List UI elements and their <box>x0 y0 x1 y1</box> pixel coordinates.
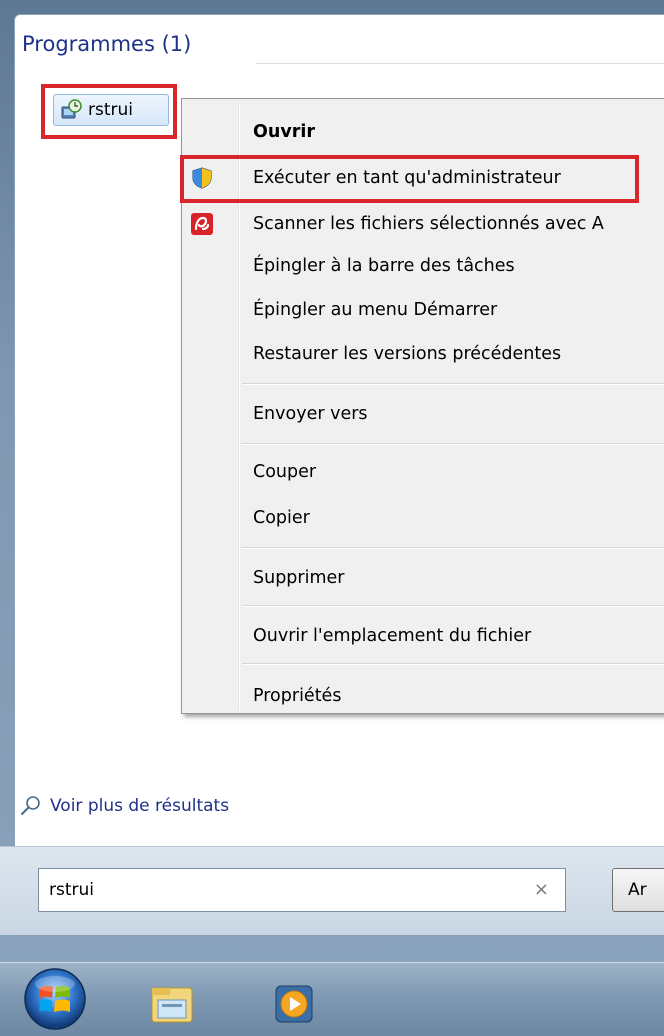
shutdown-button[interactable]: Ar <box>612 868 664 912</box>
more-results-link[interactable]: Voir plus de résultats <box>20 795 229 817</box>
taskbar <box>0 962 664 1036</box>
system-restore-icon <box>61 99 82 119</box>
search-icon <box>21 796 40 815</box>
result-highlight-box: rstrui <box>41 84 177 139</box>
media-player-icon[interactable] <box>270 982 318 1026</box>
clear-search-button[interactable]: × <box>534 879 549 900</box>
explorer-icon[interactable] <box>148 982 196 1026</box>
menu-item-restore-versions[interactable]: Restaurer les versions précédentes <box>185 333 664 375</box>
run-as-admin-highlight-box <box>180 155 639 203</box>
menu-separator <box>242 547 664 549</box>
menu-separator <box>242 383 664 385</box>
menu-item-cut[interactable]: Couper <box>185 451 664 493</box>
menu-item-avira-scan[interactable]: Scanner les fichiers sélectionnés avec A <box>185 203 664 245</box>
menu-separator <box>242 443 664 445</box>
start-orb[interactable] <box>15 966 95 1032</box>
section-divider <box>256 63 664 64</box>
avira-icon <box>191 213 213 235</box>
menu-item-open-location[interactable]: Ouvrir l'emplacement du fichier <box>185 615 664 657</box>
section-title: Programmes (1) <box>22 32 192 56</box>
menu-item-pin-taskbar[interactable]: Épingler à la barre des tâches <box>185 245 664 287</box>
more-results-label: Voir plus de résultats <box>50 796 230 816</box>
menu-item-properties[interactable]: Propriétés <box>185 675 664 717</box>
shutdown-label: Ar <box>628 880 647 900</box>
menu-separator <box>242 663 664 665</box>
result-label: rstrui <box>88 100 133 120</box>
search-input[interactable]: rstrui × <box>38 868 566 912</box>
result-item-rstrui[interactable]: rstrui <box>53 94 169 126</box>
menu-item-send-to[interactable]: Envoyer vers <box>185 393 664 435</box>
menu-separator <box>242 605 664 607</box>
menu-item-delete[interactable]: Supprimer <box>185 557 664 599</box>
menu-item-open[interactable]: Ouvrir <box>185 111 664 153</box>
menu-item-copy[interactable]: Copier <box>185 497 664 539</box>
menu-item-pin-start[interactable]: Épingler au menu Démarrer <box>185 289 664 331</box>
search-value: rstrui <box>49 880 94 900</box>
